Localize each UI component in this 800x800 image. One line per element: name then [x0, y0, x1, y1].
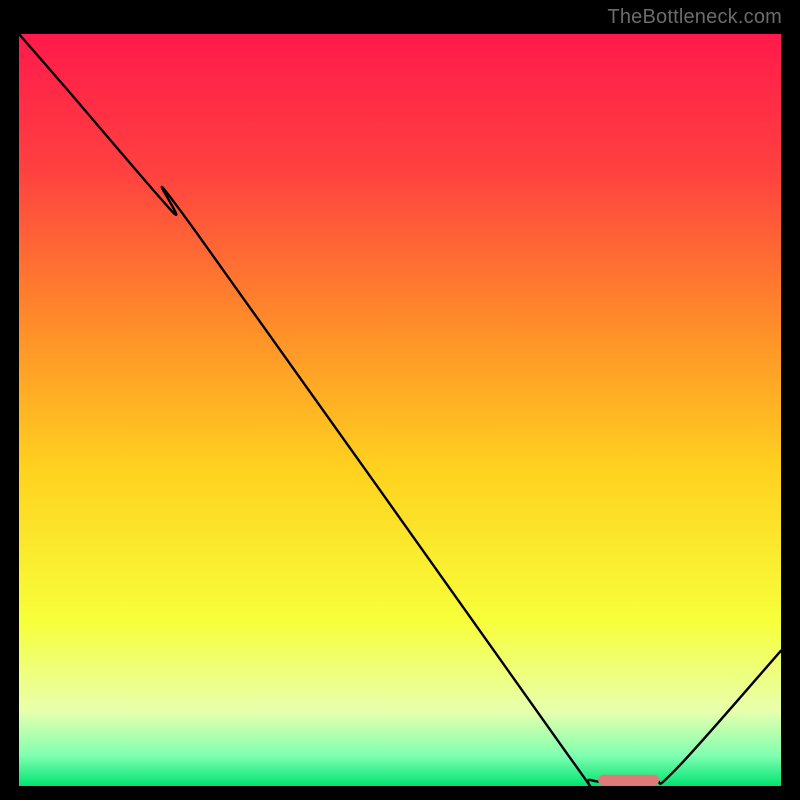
watermark-text: TheBottleneck.com — [607, 6, 782, 29]
chart-frame — [15, 30, 785, 790]
optimal-range-marker — [598, 775, 659, 786]
gradient-background — [19, 34, 781, 786]
chart-plot-area — [19, 34, 781, 786]
chart-svg — [19, 34, 781, 786]
